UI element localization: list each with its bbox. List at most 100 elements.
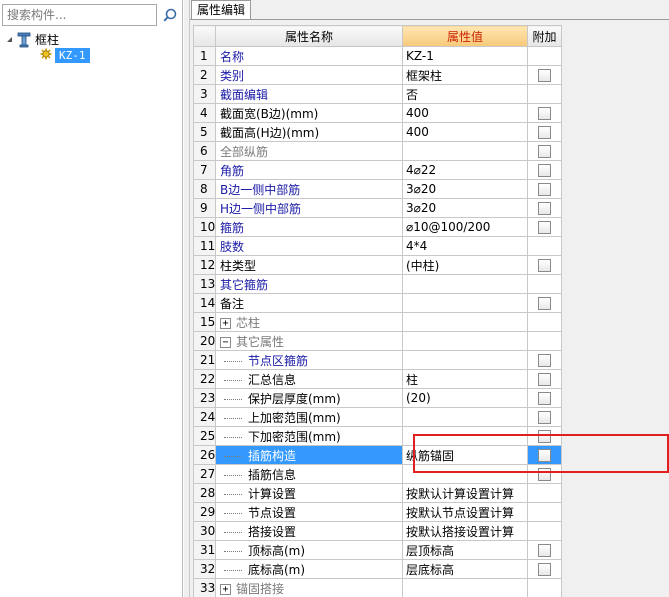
- property-value-cell[interactable]: 按默认计算设置计算: [402, 483, 528, 503]
- add-checkbox[interactable]: [538, 259, 551, 272]
- expand-icon[interactable]: +: [220, 317, 231, 329]
- property-name-cell[interactable]: 搭接设置: [215, 521, 403, 541]
- search-button[interactable]: [160, 5, 180, 25]
- grid-row[interactable]: 9 H边一侧中部筋 3⌀20: [193, 198, 562, 218]
- header-property-name[interactable]: 属性名称: [215, 25, 403, 47]
- add-checkbox[interactable]: [538, 297, 551, 310]
- grid-row[interactable]: 13 其它箍筋: [193, 274, 562, 294]
- property-value-cell[interactable]: [402, 578, 528, 597]
- property-value-cell[interactable]: 3⌀20: [402, 179, 528, 199]
- property-name-cell[interactable]: 全部纵筋: [215, 141, 403, 161]
- grid-row[interactable]: 26 插筋构造 纵筋锚固: [193, 445, 562, 465]
- property-value-cell[interactable]: [402, 312, 528, 332]
- grid-row[interactable]: 15 + 芯柱: [193, 312, 562, 332]
- property-name-cell[interactable]: 截面宽(B边)(mm): [215, 103, 403, 123]
- property-name-cell[interactable]: 节点区箍筋: [215, 350, 403, 370]
- tree-item-kz1[interactable]: KZ-1: [40, 47, 90, 64]
- add-checkbox[interactable]: [538, 202, 551, 215]
- expand-icon[interactable]: +: [220, 583, 231, 595]
- property-name-cell[interactable]: 截面编辑: [215, 84, 403, 104]
- property-name-cell[interactable]: 插筋信息: [215, 464, 403, 484]
- property-value-cell[interactable]: [402, 426, 528, 446]
- grid-row[interactable]: 5 截面高(H边)(mm) 400: [193, 122, 562, 142]
- grid-row[interactable]: 2 类别 框架柱: [193, 65, 562, 85]
- header-add[interactable]: 附加: [527, 25, 562, 47]
- property-value-cell[interactable]: 400: [402, 122, 528, 142]
- grid-row[interactable]: 25 下加密范围(mm): [193, 426, 562, 446]
- property-value-cell[interactable]: 3⌀20: [402, 198, 528, 218]
- search-input[interactable]: [7, 8, 152, 22]
- add-checkbox[interactable]: [538, 468, 551, 481]
- grid-row[interactable]: 11 肢数 4*4: [193, 236, 562, 256]
- property-value-cell[interactable]: (中柱): [402, 255, 528, 275]
- grid-row[interactable]: 14 备注: [193, 293, 562, 313]
- grid-row[interactable]: 4 截面宽(B边)(mm) 400: [193, 103, 562, 123]
- property-value-cell[interactable]: [402, 141, 528, 161]
- add-checkbox[interactable]: [538, 373, 551, 386]
- property-name-cell[interactable]: 箍筋: [215, 217, 403, 237]
- grid-row[interactable]: 6 全部纵筋: [193, 141, 562, 161]
- property-name-cell[interactable]: + 芯柱: [215, 312, 403, 332]
- grid-row[interactable]: 1 名称 KZ-1: [193, 46, 562, 66]
- grid-row[interactable]: 21 节点区箍筋: [193, 350, 562, 370]
- property-name-cell[interactable]: 其它箍筋: [215, 274, 403, 294]
- add-checkbox[interactable]: [538, 126, 551, 139]
- property-value-cell[interactable]: 层底标高: [402, 559, 528, 579]
- add-checkbox[interactable]: [538, 392, 551, 405]
- property-value-cell[interactable]: [402, 331, 528, 351]
- property-name-cell[interactable]: 插筋构造: [215, 445, 403, 465]
- property-value-cell[interactable]: 4⌀22: [402, 160, 528, 180]
- property-name-cell[interactable]: 名称: [215, 46, 403, 66]
- add-checkbox[interactable]: [538, 145, 551, 158]
- property-name-cell[interactable]: 类别: [215, 65, 403, 85]
- add-checkbox[interactable]: [538, 69, 551, 82]
- add-checkbox[interactable]: [538, 107, 551, 120]
- property-value-cell[interactable]: 纵筋锚固: [402, 445, 528, 465]
- grid-row[interactable]: 7 角筋 4⌀22: [193, 160, 562, 180]
- collapse-icon[interactable]: −: [220, 336, 231, 348]
- grid-row[interactable]: 23 保护层厚度(mm) (20): [193, 388, 562, 408]
- property-value-cell[interactable]: ⌀10@100/200: [402, 217, 528, 237]
- add-checkbox[interactable]: [538, 164, 551, 177]
- grid-row[interactable]: 12 柱类型 (中柱): [193, 255, 562, 275]
- property-name-cell[interactable]: + 锚固搭接: [215, 578, 403, 597]
- add-checkbox[interactable]: [538, 563, 551, 576]
- property-name-cell[interactable]: 底标高(m): [215, 559, 403, 579]
- grid-row[interactable]: 29 节点设置 按默认节点设置计算: [193, 502, 562, 522]
- grid-row[interactable]: 33 + 锚固搭接: [193, 578, 562, 597]
- grid-row[interactable]: 27 插筋信息: [193, 464, 562, 484]
- grid-row[interactable]: 10 箍筋 ⌀10@100/200: [193, 217, 562, 237]
- property-value-cell[interactable]: 按默认搭接设置计算: [402, 521, 528, 541]
- add-checkbox[interactable]: [538, 221, 551, 234]
- property-name-cell[interactable]: H边一侧中部筋: [215, 198, 403, 218]
- property-name-cell[interactable]: 汇总信息: [215, 369, 403, 389]
- property-name-cell[interactable]: 备注: [215, 293, 403, 313]
- property-value-cell[interactable]: [402, 274, 528, 294]
- property-name-cell[interactable]: 截面高(H边)(mm): [215, 122, 403, 142]
- grid-row[interactable]: 32 底标高(m) 层底标高: [193, 559, 562, 579]
- grid-row[interactable]: 28 计算设置 按默认计算设置计算: [193, 483, 562, 503]
- property-value-cell[interactable]: [402, 407, 528, 427]
- tree-collapse-icon[interactable]: [5, 31, 14, 48]
- property-name-cell[interactable]: 肢数: [215, 236, 403, 256]
- add-checkbox[interactable]: [538, 430, 551, 443]
- property-value-cell[interactable]: [402, 350, 528, 370]
- property-value-cell[interactable]: 按默认节点设置计算: [402, 502, 528, 522]
- tree-item-frame-column[interactable]: 框柱: [5, 31, 59, 48]
- property-value-cell[interactable]: [402, 293, 528, 313]
- property-name-cell[interactable]: 顶标高(m): [215, 540, 403, 560]
- property-value-cell[interactable]: 框架柱: [402, 65, 528, 85]
- grid-row[interactable]: 3 截面编辑 否: [193, 84, 562, 104]
- add-checkbox[interactable]: [538, 544, 551, 557]
- add-checkbox[interactable]: [538, 449, 551, 462]
- header-property-value[interactable]: 属性值: [402, 25, 528, 47]
- property-name-cell[interactable]: 角筋: [215, 160, 403, 180]
- add-checkbox[interactable]: [538, 354, 551, 367]
- property-value-cell[interactable]: KZ-1: [402, 46, 528, 66]
- add-checkbox[interactable]: [538, 183, 551, 196]
- property-name-cell[interactable]: 上加密范围(mm): [215, 407, 403, 427]
- property-value-cell[interactable]: 否: [402, 84, 528, 104]
- add-checkbox[interactable]: [538, 411, 551, 424]
- property-name-cell[interactable]: − 其它属性: [215, 331, 403, 351]
- grid-row[interactable]: 24 上加密范围(mm): [193, 407, 562, 427]
